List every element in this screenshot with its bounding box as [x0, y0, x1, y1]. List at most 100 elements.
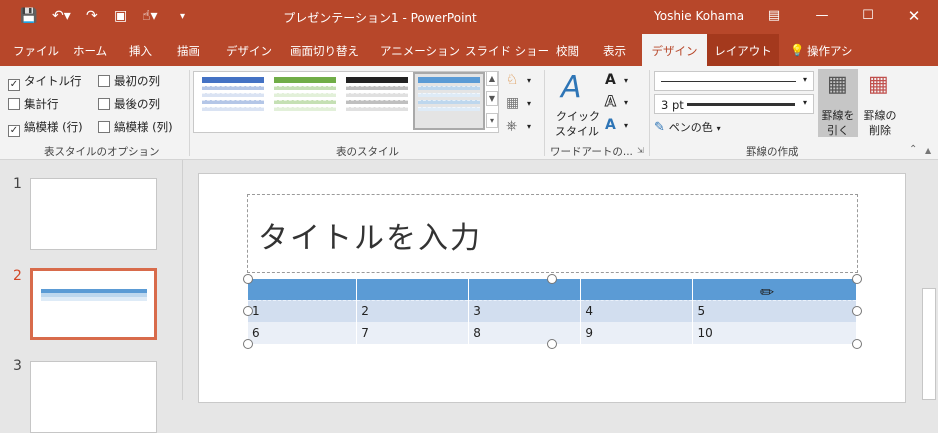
- dropdown-arrow-icon[interactable]: ▾: [527, 122, 531, 131]
- text-outline-icon[interactable]: A: [605, 94, 617, 111]
- collapse-ribbon-icon[interactable]: ⌃: [909, 144, 917, 155]
- slide-thumbnail[interactable]: [30, 178, 157, 250]
- slide-number: 3: [13, 358, 22, 374]
- table-style-thumb[interactable]: [274, 77, 336, 125]
- tab-home[interactable]: ホーム: [73, 43, 107, 59]
- checkbox-checked-icon: ✓: [8, 125, 20, 137]
- dropdown-arrow-icon[interactable]: ▾: [624, 76, 628, 85]
- checkbox-banded-rows[interactable]: ✓ 縞模様 (行): [8, 119, 83, 137]
- tab-review[interactable]: 校閲: [556, 43, 579, 59]
- tab-design[interactable]: デザイン: [226, 43, 272, 59]
- table-cell[interactable]: [580, 279, 694, 301]
- checkbox-total-row[interactable]: 集計行: [8, 96, 59, 112]
- quick-styles-icon[interactable]: A: [561, 70, 582, 105]
- tab-table-layout[interactable]: レイアウト: [707, 34, 779, 66]
- resize-handle[interactable]: [852, 339, 862, 349]
- table-cell[interactable]: 4: [580, 300, 694, 322]
- slide-number: 1: [13, 176, 22, 192]
- pen-weight-value: 3 pt: [661, 98, 684, 112]
- group-label-draw-borders: 罫線の作成: [746, 146, 799, 158]
- table-cell[interactable]: 10: [692, 322, 857, 344]
- table-cell[interactable]: [356, 279, 470, 301]
- tab-table-design[interactable]: デザイン: [642, 34, 707, 66]
- table-cell[interactable]: 3: [468, 300, 582, 322]
- dropdown-arrow-icon[interactable]: ▾: [624, 121, 628, 130]
- checkbox-last-column[interactable]: 最後の列: [98, 96, 160, 112]
- group-label-table-styles: 表のスタイル: [336, 146, 399, 158]
- eraser-button[interactable]: ▦ 罫線の 削除: [860, 69, 900, 137]
- slide-thumbnails-pane: 1 2 3: [0, 160, 183, 433]
- group-label-style-options: 表スタイルのオプション: [44, 146, 160, 158]
- dropdown-arrow-icon: ▾: [803, 98, 808, 107]
- tab-file[interactable]: ファイル: [13, 43, 59, 59]
- ribbon-display-icon[interactable]: ▤: [764, 6, 784, 26]
- effects-icon[interactable]: ⎈: [506, 118, 517, 134]
- table-cell[interactable]: 6: [248, 322, 358, 344]
- table-style-thumb[interactable]: [418, 77, 480, 125]
- table-cell[interactable]: [692, 279, 857, 301]
- scrollbar-thumb[interactable]: [922, 288, 936, 400]
- tell-me-search[interactable]: 操作アシ: [807, 43, 853, 59]
- text-effects-icon[interactable]: A: [605, 117, 616, 133]
- dialog-launcher-icon[interactable]: ⇲: [637, 146, 644, 155]
- slide-thumbnail[interactable]: [30, 361, 157, 433]
- dropdown-arrow-icon[interactable]: ▾: [527, 99, 531, 108]
- dropdown-arrow-icon[interactable]: ▾: [527, 76, 531, 85]
- quick-styles-label2[interactable]: スタイル: [555, 123, 599, 139]
- table-style-thumb[interactable]: [202, 77, 264, 125]
- tab-slideshow[interactable]: スライド ショー: [465, 43, 549, 59]
- gallery-more-icon[interactable]: ▾: [486, 113, 498, 128]
- tab-view[interactable]: 表示: [603, 43, 626, 59]
- resize-handle[interactable]: [852, 306, 862, 316]
- pen-weight-dropdown[interactable]: 3 pt ▾: [654, 94, 814, 114]
- tab-draw[interactable]: 描画: [177, 43, 200, 59]
- tab-transitions[interactable]: 画面切り替え: [290, 43, 359, 59]
- pen-style-dropdown[interactable]: ▾: [654, 71, 814, 91]
- table-row: 1 2 3 4 5: [248, 300, 857, 322]
- dropdown-arrow-icon: ▾: [716, 124, 721, 133]
- tab-animations[interactable]: アニメーション: [380, 43, 460, 59]
- scroll-up-icon[interactable]: ▲: [925, 146, 931, 155]
- borders-icon[interactable]: ▦: [506, 95, 519, 111]
- table-cell[interactable]: 7: [356, 322, 470, 344]
- table-cell[interactable]: [248, 279, 358, 301]
- table-cell[interactable]: [468, 279, 582, 301]
- resize-handle[interactable]: [547, 339, 557, 349]
- pencil-cursor-icon: ✏: [760, 283, 775, 303]
- draw-table-icon: ▦: [827, 72, 848, 97]
- table-cell[interactable]: 9: [580, 322, 694, 344]
- slide-number: 2: [13, 268, 22, 284]
- table-style-thumb[interactable]: [346, 77, 408, 125]
- slide-thumbnail-selected[interactable]: [30, 268, 157, 340]
- shading-icon[interactable]: ♘: [506, 72, 519, 88]
- lightbulb-icon: 💡: [790, 43, 805, 57]
- table-cell[interactable]: 8: [468, 322, 582, 344]
- resize-handle[interactable]: [547, 274, 557, 284]
- gallery-up-icon[interactable]: ▲: [486, 71, 498, 86]
- checkbox-banded-columns[interactable]: 縞模様 (列): [98, 119, 173, 135]
- resize-handle[interactable]: [243, 339, 253, 349]
- checkbox-header-row[interactable]: ✓ タイトル行: [8, 73, 82, 91]
- title-placeholder[interactable]: タイトルを入力: [247, 194, 858, 273]
- resize-handle[interactable]: [243, 274, 253, 284]
- minimize-icon[interactable]: —: [812, 6, 832, 26]
- text-fill-icon[interactable]: A: [605, 72, 616, 88]
- resize-handle[interactable]: [852, 274, 862, 284]
- gallery-down-icon[interactable]: ▼: [486, 91, 498, 106]
- resize-handle[interactable]: [243, 306, 253, 316]
- table-cell[interactable]: 5: [692, 300, 857, 322]
- ribbon: ✓ タイトル行 集計行 ✓ 縞模様 (行) 最初の列 最後の列 縞模様 (列) 表ス…: [0, 66, 938, 160]
- pen-color-button[interactable]: ✎ ペンの色 ▾: [654, 119, 721, 135]
- ribbon-tabs: ファイル ホーム 挿入 描画 デザイン 画面切り替え アニメーション スライド …: [0, 34, 938, 97]
- tab-insert[interactable]: 挿入: [129, 43, 152, 59]
- vertical-scrollbar[interactable]: ▲: [920, 146, 938, 400]
- user-name[interactable]: Yoshie Kohama: [654, 9, 744, 23]
- table-cell[interactable]: 1: [248, 300, 358, 322]
- quick-styles-label1[interactable]: クイック: [556, 108, 600, 124]
- dropdown-arrow-icon[interactable]: ▾: [624, 98, 628, 107]
- table-cell[interactable]: 2: [356, 300, 470, 322]
- checkbox-first-column[interactable]: 最初の列: [98, 73, 160, 89]
- maximize-icon[interactable]: ☐: [858, 6, 878, 26]
- draw-table-button[interactable]: ▦ 罫線を 引く: [818, 69, 858, 137]
- close-icon[interactable]: ✕: [904, 6, 924, 26]
